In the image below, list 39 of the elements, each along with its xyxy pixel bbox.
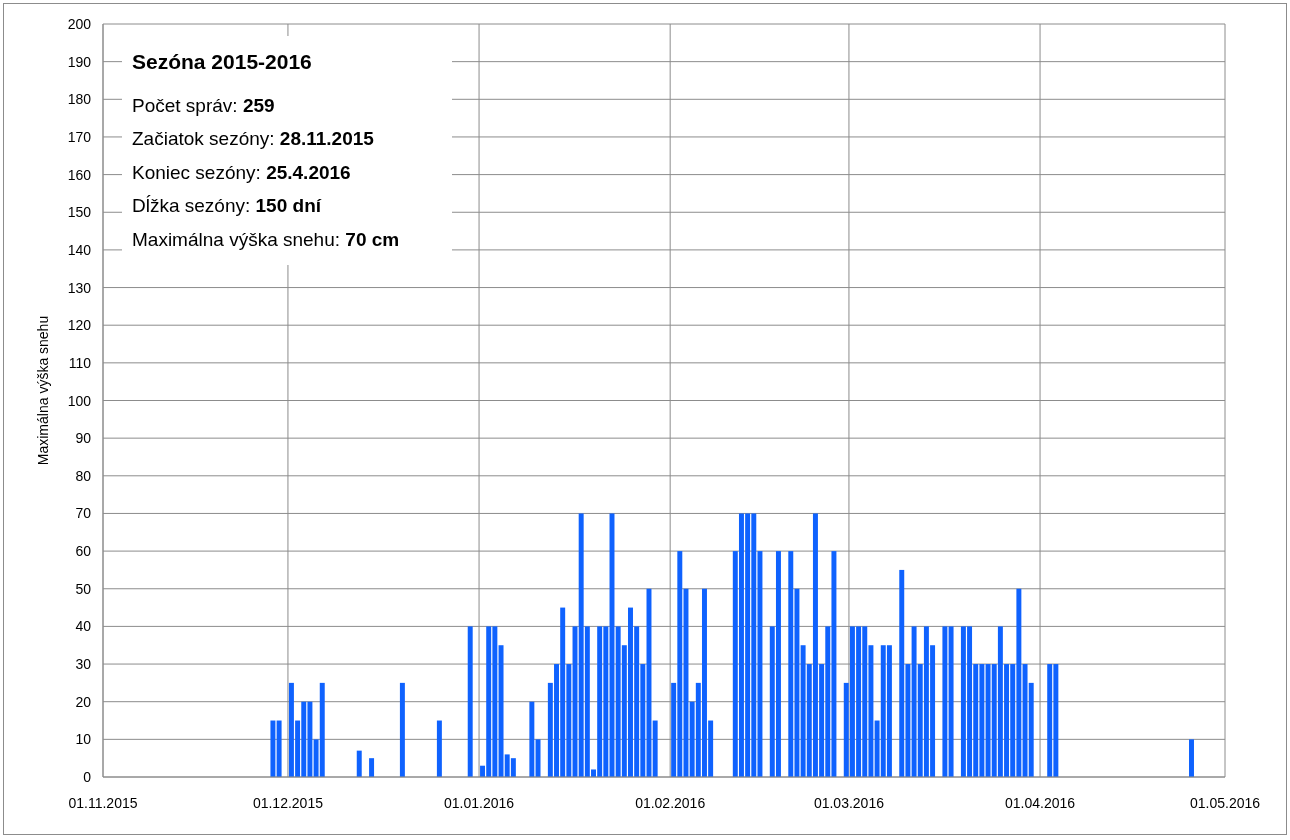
y-tick-label: 170: [67, 128, 91, 145]
y-tick-label: 60: [75, 543, 91, 560]
bar: [356, 750, 362, 777]
y-tick-label: 160: [67, 166, 91, 183]
x-tick-label: 01.03.2016: [813, 795, 884, 811]
x-tick-label: 01.12.2015: [252, 795, 323, 811]
y-tick-label: 140: [67, 241, 91, 258]
x-tick-label: 01.02.2016: [635, 795, 706, 811]
y-tick-label: 20: [75, 693, 91, 710]
x-tick-label: 01.04.2016: [1005, 795, 1076, 811]
y-tick-label: 30: [75, 656, 91, 673]
info-line: Dĺžka sezóny: 150 dní: [132, 194, 323, 218]
y-tick-label: 110: [68, 354, 91, 371]
info-line: Začiatok sezóny: 28.11.2015: [132, 127, 375, 151]
y-tick-label: 40: [75, 618, 91, 635]
info-line: Počet správ: 259: [132, 93, 276, 118]
y-tick-label: 130: [67, 279, 91, 296]
y-tick-label: 80: [75, 467, 91, 484]
y-tick-label: 120: [67, 317, 91, 334]
y-tick-label: 190: [67, 53, 91, 70]
y-tick-label: 100: [67, 392, 91, 409]
y-tick-label: 0: [83, 769, 91, 785]
y-axis-title: Maximálna výška snehu: [35, 315, 51, 466]
y-tick-label: 10: [75, 731, 91, 748]
y-tick-label: 150: [67, 204, 91, 221]
x-tick-label: 01.11.2015: [68, 795, 138, 811]
bar: [369, 758, 375, 777]
y-tick-label: 50: [75, 580, 91, 597]
chart-title: Sezóna 2015-2016: [132, 49, 313, 75]
y-tick-label: 180: [67, 91, 91, 108]
x-tick-label: 01.05.2016: [1189, 795, 1261, 811]
y-tick-label: 70: [75, 505, 91, 522]
bar: [436, 720, 442, 777]
info-line: Maximálna výška snehu: 70 cm: [132, 227, 401, 252]
y-tick-label: 90: [75, 430, 91, 447]
bar: [1189, 739, 1194, 777]
info-line: Koniec sezóny: 25.4.2016: [132, 160, 352, 185]
y-tick-label: 200: [67, 16, 91, 32]
x-tick-label: 01.01.2016: [444, 795, 515, 811]
